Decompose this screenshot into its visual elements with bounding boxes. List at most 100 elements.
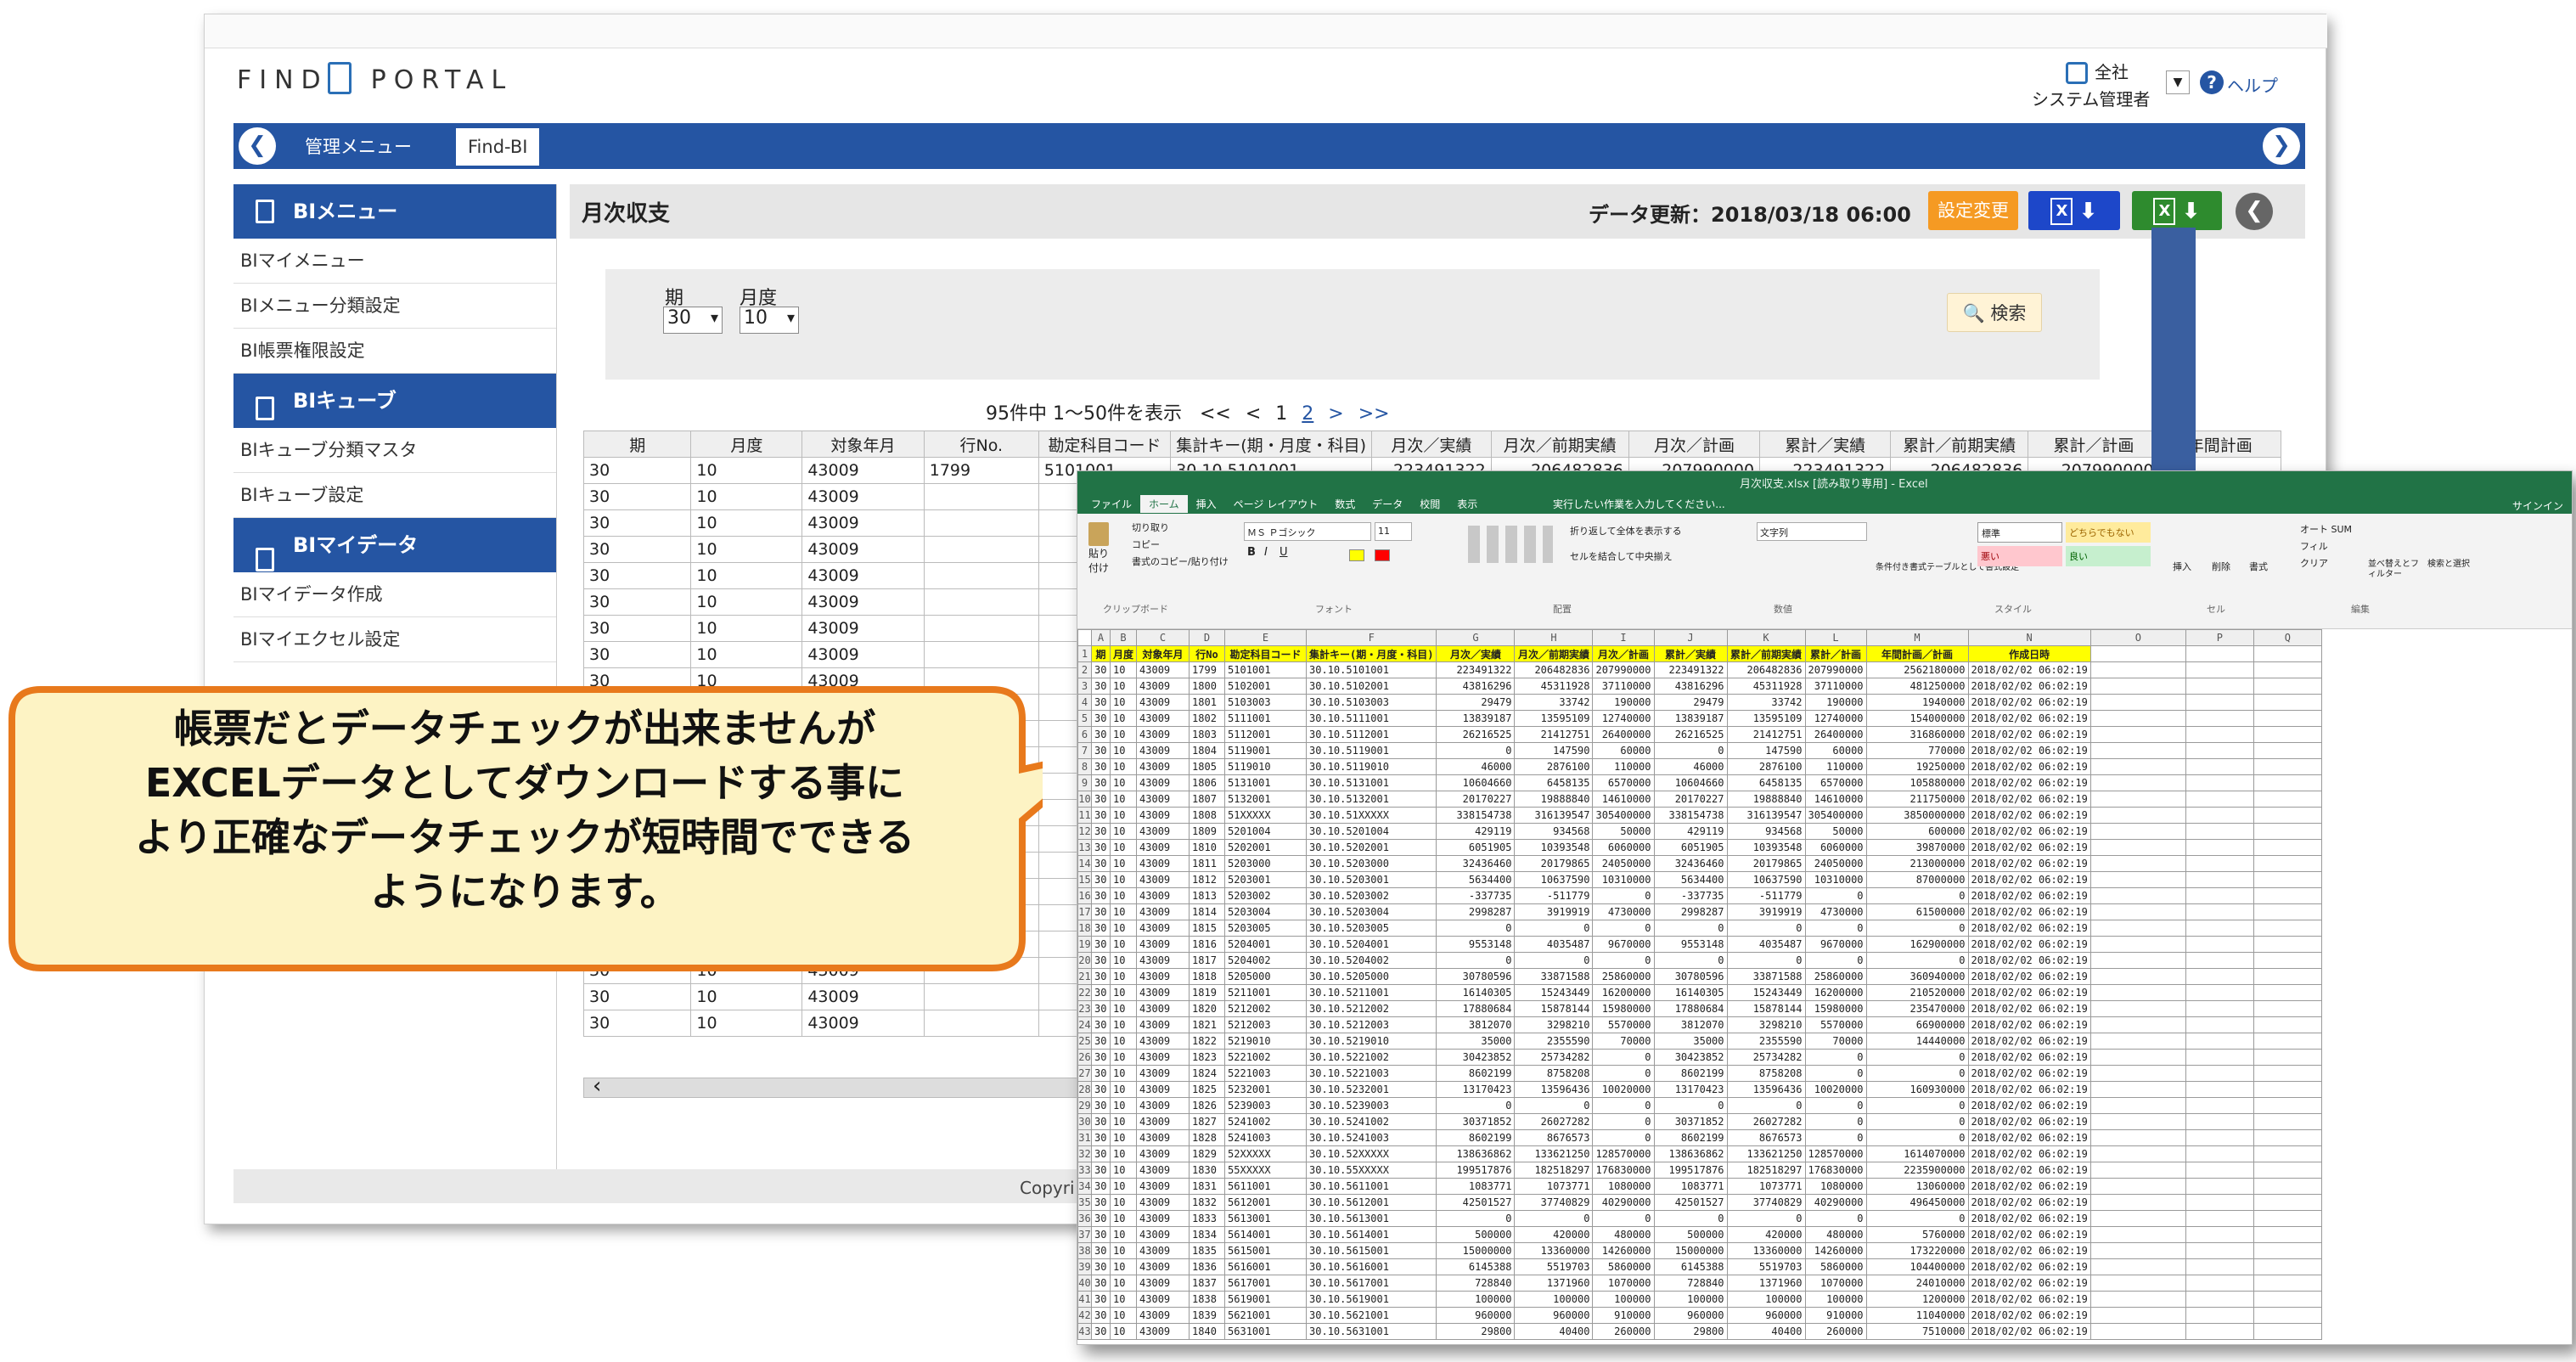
sheet-cell[interactable]: 43009 [1136, 1162, 1190, 1179]
sheet-cell[interactable]: 30.10.5211001 [1306, 984, 1437, 1001]
excel-tab-3[interactable]: ページ レイアウト [1225, 495, 1327, 513]
sheet-cell[interactable]: 0 [1865, 1097, 1969, 1114]
sheet-cell[interactable]: 5570000 [1592, 1016, 1655, 1033]
sheet-cell[interactable]: 5612001 [1224, 1194, 1308, 1211]
sheet-cell[interactable]: 5119001 [1224, 742, 1308, 759]
sheet-cell[interactable]: 2018/02/02 06:02:19 [1967, 742, 2091, 759]
fill-color-icon[interactable] [1349, 549, 1364, 561]
sheet-cell[interactable]: 16140305 [1436, 984, 1516, 1001]
sheet-cell[interactable]: 10 [1109, 1000, 1138, 1017]
sheet-cell[interactable]: 10604660 [1653, 774, 1728, 791]
sheet-cell[interactable]: 5221003 [1224, 1065, 1308, 1082]
column-header[interactable]: 累計／前期実績 [1890, 431, 2029, 458]
sheet-cell[interactable]: 43009 [1136, 1194, 1190, 1211]
sheet-cell[interactable]: 1835 [1189, 1242, 1226, 1259]
sheet-cell[interactable]: 30 [1091, 678, 1111, 695]
row-number[interactable]: 2 [1077, 661, 1092, 678]
sheet-cell[interactable]: 728840 [1653, 1275, 1728, 1292]
sheet-cell[interactable]: 0 [1865, 952, 1969, 969]
column-header[interactable]: 月次／計画 [1628, 431, 1761, 458]
row-number[interactable]: 25 [1077, 1033, 1092, 1050]
sheet-cell[interactable]: 3919919 [1514, 903, 1594, 920]
sheet-cell[interactable]: 0 [1804, 920, 1867, 937]
sheet-cell[interactable]: 43009 [1136, 984, 1190, 1001]
sheet-cell[interactable] [2089, 1081, 2186, 1098]
sidebar-item-bi-my-menu[interactable]: BIマイメニュー [233, 239, 556, 284]
sheet-cell[interactable]: 360940000 [1865, 968, 1969, 985]
column-letter[interactable]: G [1436, 629, 1516, 646]
sheet-cell[interactable]: 10310000 [1592, 871, 1655, 888]
sheet-cell[interactable] [2089, 1065, 2186, 1082]
clear-button[interactable]: クリア [2300, 556, 2328, 570]
sheet-cell[interactable]: 46000 [1653, 758, 1728, 775]
sheet-cell[interactable]: 16200000 [1804, 984, 1867, 1001]
column-header[interactable]: 期 [583, 431, 692, 458]
sheet-cell[interactable] [2185, 1275, 2254, 1292]
sheet-cell[interactable]: 10 [1109, 1033, 1138, 1050]
sheet-cell[interactable] [2253, 936, 2322, 953]
row-number[interactable]: 27 [1077, 1065, 1092, 1082]
page-first[interactable]: << [1200, 403, 1231, 425]
sheet-cell[interactable]: 0 [1865, 1113, 1969, 1130]
sheet-cell[interactable]: 1819 [1189, 984, 1226, 1001]
sheet-cell[interactable] [2185, 839, 2254, 856]
sheet-cell[interactable]: 15980000 [1804, 1000, 1867, 1017]
sheet-cell[interactable]: 1803 [1189, 726, 1226, 743]
sheet-cell[interactable]: 316139547 [1514, 807, 1594, 824]
sheet-cell[interactable]: 5101001 [1224, 661, 1308, 678]
sheet-cell[interactable]: 211750000 [1865, 791, 1969, 808]
sheet-cell[interactable] [2089, 661, 2186, 678]
sheet-cell[interactable]: 960000 [1514, 1307, 1594, 1324]
sheet-cell[interactable]: 5613001 [1224, 1210, 1308, 1227]
sheet-cell[interactable]: 30 [1091, 1258, 1111, 1275]
sheet-cell[interactable]: 13170423 [1653, 1081, 1728, 1098]
sheet-cell[interactable]: 1831 [1189, 1178, 1226, 1195]
sheet-cell[interactable] [2253, 1226, 2322, 1243]
sheet-cell[interactable]: 30 [1091, 758, 1111, 775]
sheet-header-cell[interactable]: 行No [1189, 645, 1226, 662]
sheet-cell[interactable]: 2018/02/02 06:02:19 [1967, 936, 2091, 953]
sheet-cell[interactable]: 30 [1091, 1081, 1111, 1098]
sheet-cell[interactable]: 10020000 [1592, 1081, 1655, 1098]
sheet-cell[interactable]: 43009 [1136, 968, 1190, 985]
row-number[interactable]: 4 [1077, 694, 1092, 711]
sheet-cell[interactable]: 223491322 [1436, 661, 1516, 678]
sheet-cell[interactable]: 43009 [1136, 1065, 1190, 1082]
sheet-cell[interactable] [2185, 887, 2254, 904]
sheet-cell[interactable]: 10 [1109, 726, 1138, 743]
row-number[interactable]: 12 [1077, 823, 1092, 840]
column-letter[interactable]: C [1136, 629, 1190, 646]
sheet-cell[interactable]: 30 [1091, 1210, 1111, 1227]
sheet-cell[interactable]: 1810 [1189, 839, 1226, 856]
sheet-cell[interactable]: 10 [1109, 1065, 1138, 1082]
sheet-cell[interactable]: 20179865 [1514, 855, 1594, 872]
sheet-cell[interactable]: 1825 [1189, 1081, 1226, 1098]
sheet-cell[interactable]: 1815 [1189, 920, 1226, 937]
sheet-cell[interactable] [2089, 1226, 2186, 1243]
row-number[interactable]: 22 [1077, 984, 1092, 1001]
sheet-cell[interactable]: 45311928 [1514, 678, 1594, 695]
sheet-cell[interactable]: 0 [1592, 1049, 1655, 1066]
sheet-cell[interactable]: 43009 [1136, 1210, 1190, 1227]
sheet-cell[interactable]: 30.10.5619001 [1306, 1291, 1437, 1308]
sheet-cell[interactable]: 43009 [1136, 855, 1190, 872]
sheet-cell[interactable]: 481250000 [1865, 678, 1969, 695]
sheet-cell[interactable]: 43009 [1136, 1258, 1190, 1275]
row-number[interactable]: 24 [1077, 1016, 1092, 1033]
sheet-cell[interactable]: 19888840 [1726, 791, 1806, 808]
sheet-cell[interactable] [2185, 1226, 2254, 1243]
sheet-cell[interactable]: 1805 [1189, 758, 1226, 775]
column-header[interactable]: 勘定科目コード [1038, 431, 1172, 458]
row-number[interactable]: 9 [1077, 774, 1092, 791]
row-number[interactable]: 3 [1077, 678, 1092, 695]
sheet-cell[interactable] [2253, 1113, 2322, 1130]
sheet-cell[interactable]: 30 [1091, 871, 1111, 888]
sheet-cell[interactable]: 1800 [1189, 678, 1226, 695]
sheet-cell[interactable]: 176830000 [1804, 1162, 1867, 1179]
sheet-cell[interactable]: 10 [1109, 1291, 1138, 1308]
sheet-cell[interactable]: 43816296 [1436, 678, 1516, 695]
sheet-cell[interactable] [2185, 742, 2254, 759]
sheet-cell[interactable]: 46000 [1436, 758, 1516, 775]
sheet-cell[interactable]: 30.10.5232001 [1306, 1081, 1437, 1098]
row-number[interactable]: 11 [1077, 807, 1092, 824]
